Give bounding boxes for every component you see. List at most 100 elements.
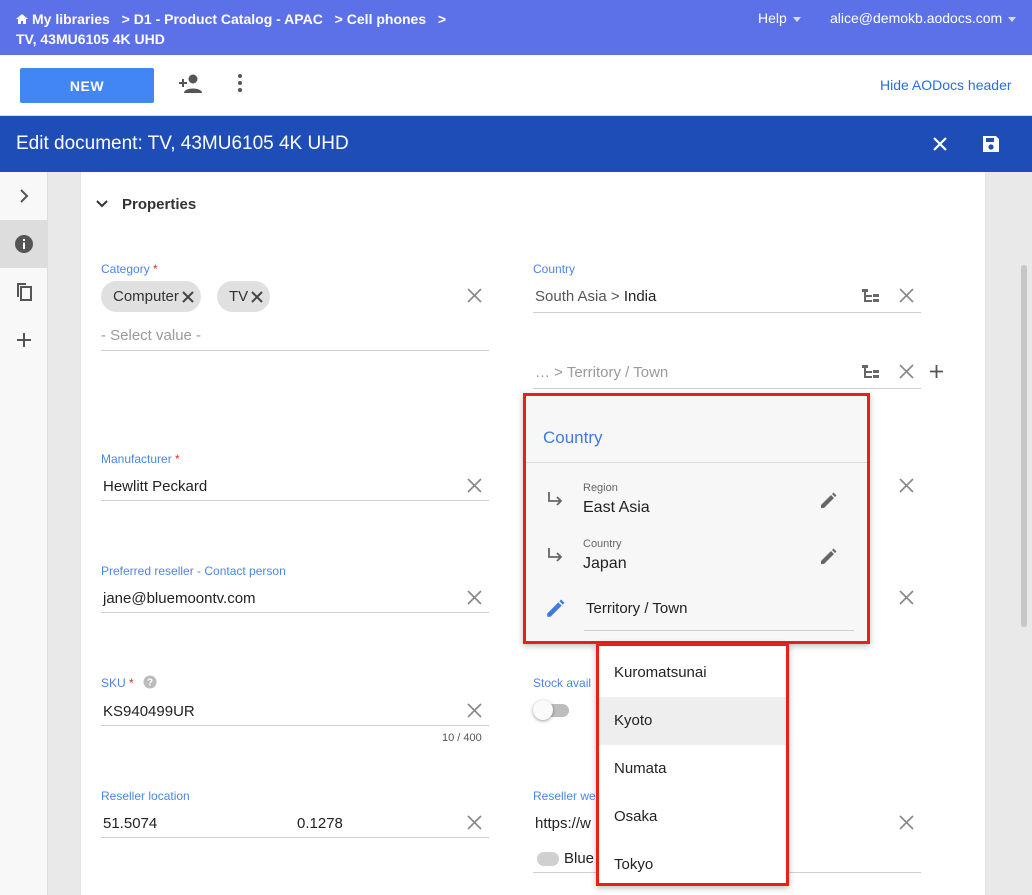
territory-search-input[interactable]: Territory / Town bbox=[586, 600, 687, 617]
chevron-right-icon bbox=[20, 189, 29, 203]
close-icon[interactable] bbox=[932, 136, 948, 152]
edit-region-icon[interactable] bbox=[819, 492, 837, 510]
section-title: Properties bbox=[122, 196, 197, 213]
remove-chip-icon[interactable] bbox=[181, 290, 195, 304]
save-icon[interactable] bbox=[981, 134, 1001, 154]
clear-icon[interactable] bbox=[899, 815, 914, 830]
help-menu[interactable]: Help bbox=[758, 10, 801, 26]
reseller-location-label: Reseller location bbox=[101, 789, 190, 803]
territory-input[interactable]: … > Territory / Town bbox=[535, 364, 668, 381]
user-menu[interactable]: alice@demokb.aodocs.com bbox=[830, 10, 1017, 26]
field-underline bbox=[533, 388, 921, 389]
territory-dropdown: Kuromatsunai Kyoto Numata Osaka Tokyo bbox=[596, 643, 789, 886]
reseller-web-label: Reseller we bbox=[533, 789, 596, 803]
field-underline bbox=[101, 350, 489, 351]
divider bbox=[526, 462, 867, 463]
left-rail bbox=[0, 172, 48, 895]
country-popup: Country Region East Asia Country Japan T… bbox=[523, 393, 870, 644]
help-icon[interactable]: ? bbox=[143, 675, 157, 689]
field-underline bbox=[101, 725, 489, 726]
longitude-input[interactable]: 0.1278 bbox=[297, 815, 343, 832]
breadcrumb-my-libraries[interactable]: My libraries bbox=[32, 11, 110, 27]
breadcrumb-folder[interactable]: Cell phones bbox=[347, 11, 426, 27]
website-chip-label: Blue bbox=[564, 850, 595, 867]
subdirectory-arrow-icon bbox=[548, 548, 563, 562]
remove-chip-icon[interactable] bbox=[250, 290, 264, 304]
country-sub-label: Country bbox=[583, 538, 622, 550]
add-tab-button[interactable] bbox=[0, 316, 48, 364]
field-underline bbox=[101, 500, 489, 501]
sku-label: SKU * bbox=[101, 676, 134, 690]
help-label: Help bbox=[758, 10, 787, 26]
clear-icon[interactable] bbox=[467, 590, 482, 605]
breadcrumb: My libraries > D1 - Product Catalog - APA… bbox=[16, 9, 450, 49]
field-underline bbox=[101, 612, 489, 613]
toolbar: NEW Hide AODocs header bbox=[0, 55, 1032, 116]
category-chip-tv: TV bbox=[217, 281, 271, 312]
country-sub-value: Japan bbox=[583, 555, 627, 572]
field-underline bbox=[584, 630, 854, 631]
dropdown-option[interactable]: Kyoto bbox=[599, 697, 786, 745]
home-icon bbox=[16, 14, 28, 24]
info-icon bbox=[15, 235, 33, 253]
dropdown-option[interactable]: Kuromatsunai bbox=[599, 649, 786, 697]
new-button[interactable]: NEW bbox=[20, 68, 154, 103]
reseller-contact-input[interactable]: jane@bluemoontv.com bbox=[103, 590, 256, 607]
scrollbar[interactable] bbox=[1021, 265, 1027, 627]
country-value[interactable]: South Asia > India bbox=[535, 288, 656, 305]
dropdown-option[interactable]: Osaka bbox=[599, 793, 786, 841]
tree-picker-icon[interactable] bbox=[862, 288, 880, 304]
edit-document-bar: Edit document: TV, 43MU6105 4K UHD bbox=[0, 116, 1032, 172]
chip-label: TV bbox=[229, 288, 249, 305]
edit-pencil-icon bbox=[547, 599, 565, 617]
clear-icon[interactable] bbox=[899, 364, 914, 379]
reseller-web-input[interactable]: https://w bbox=[535, 815, 591, 832]
manufacturer-input[interactable]: Hewlitt Peckard bbox=[103, 478, 207, 495]
region-label: Region bbox=[583, 482, 618, 494]
clear-icon[interactable] bbox=[467, 815, 482, 830]
chevron-down-icon bbox=[792, 16, 801, 22]
field-underline bbox=[101, 837, 489, 838]
add-person-icon[interactable] bbox=[178, 73, 204, 95]
manufacturer-label: Manufacturer * bbox=[101, 452, 180, 466]
chevron-down-icon[interactable] bbox=[96, 200, 108, 208]
char-counter: 10 / 400 bbox=[442, 732, 482, 744]
subdirectory-arrow-icon bbox=[548, 492, 563, 506]
chip-label: Computer bbox=[113, 288, 179, 305]
breadcrumb-separator: > bbox=[117, 11, 130, 27]
clear-icon[interactable] bbox=[467, 288, 482, 303]
category-select-input[interactable]: - Select value - bbox=[101, 327, 201, 344]
breadcrumb-current: TV, 43MU6105 4K UHD bbox=[16, 31, 165, 47]
expand-rail-button[interactable] bbox=[0, 172, 48, 220]
field-underline bbox=[533, 312, 921, 313]
sku-input[interactable]: KS940499UR bbox=[103, 703, 195, 720]
region-value: East Asia bbox=[583, 499, 650, 516]
website-chip-icon bbox=[537, 852, 559, 866]
clear-icon[interactable] bbox=[467, 703, 482, 718]
tree-picker-icon[interactable] bbox=[862, 364, 880, 380]
clear-icon[interactable] bbox=[899, 288, 914, 303]
chevron-down-icon bbox=[1008, 16, 1017, 22]
category-label: Category * bbox=[101, 262, 158, 276]
reseller-contact-label: Preferred reseller - Contact person bbox=[101, 564, 286, 578]
clear-icon[interactable] bbox=[899, 590, 914, 605]
clear-icon[interactable] bbox=[467, 478, 482, 493]
breadcrumb-separator: > bbox=[330, 11, 343, 27]
copy-icon bbox=[17, 283, 32, 301]
latitude-input[interactable]: 51.5074 bbox=[103, 815, 157, 832]
copies-tab[interactable] bbox=[0, 268, 48, 316]
dropdown-option[interactable]: Tokyo bbox=[599, 841, 786, 889]
stock-toggle-knob[interactable] bbox=[533, 700, 553, 720]
more-vert-icon[interactable] bbox=[236, 73, 244, 93]
category-chip-computer: Computer bbox=[101, 281, 201, 312]
info-tab[interactable] bbox=[0, 220, 48, 268]
dropdown-option[interactable]: Numata bbox=[599, 745, 786, 793]
edit-country-icon[interactable] bbox=[819, 548, 837, 566]
plus-icon[interactable] bbox=[929, 364, 944, 379]
hide-header-link[interactable]: Hide AODocs header bbox=[880, 77, 1012, 93]
country-label: Country bbox=[533, 262, 576, 276]
edit-document-title: Edit document: TV, 43MU6105 4K UHD bbox=[16, 133, 349, 154]
popup-title: Country bbox=[543, 428, 603, 447]
clear-icon[interactable] bbox=[899, 478, 914, 493]
breadcrumb-library[interactable]: D1 - Product Catalog - APAC bbox=[134, 11, 323, 27]
